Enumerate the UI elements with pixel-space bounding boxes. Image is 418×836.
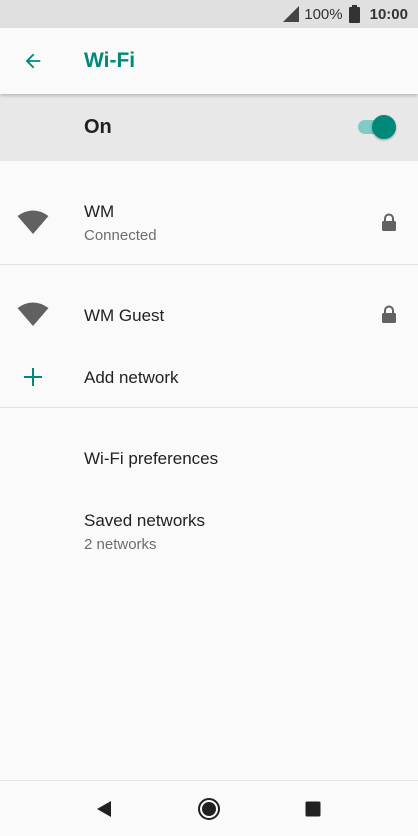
network-status: Connected	[84, 227, 157, 244]
plus-icon	[24, 368, 42, 386]
nav-back-button[interactable]	[90, 795, 118, 823]
wifi-signal-icon	[17, 302, 49, 326]
back-button[interactable]	[0, 28, 66, 94]
toggle-thumb	[372, 115, 396, 139]
network-ssid: WM Guest	[84, 306, 165, 325]
add-network-item[interactable]: Add network	[0, 348, 418, 406]
wifi-preferences-label: Wi-Fi preferences	[84, 449, 219, 468]
saved-networks-label: Saved networks	[84, 511, 205, 530]
battery-icon	[348, 5, 360, 23]
divider	[0, 264, 418, 265]
divider	[0, 407, 418, 408]
navigation-bar	[0, 780, 418, 836]
status-bar: 100% 10:00	[0, 0, 418, 28]
wifi-toggle[interactable]	[358, 115, 396, 139]
nav-recents-button[interactable]	[299, 795, 327, 823]
saved-networks-item[interactable]: Saved networks 2 networks	[0, 492, 418, 570]
battery-percent: 100%	[304, 5, 343, 23]
network-item-wm[interactable]: WM Connected	[0, 182, 418, 264]
recents-square-icon	[305, 801, 321, 817]
back-triangle-icon	[97, 801, 111, 817]
wifi-state-label: On	[84, 116, 112, 138]
lock-icon	[382, 305, 396, 323]
lock-icon	[382, 213, 396, 231]
home-circle-icon	[198, 798, 220, 820]
network-item-wm-guest[interactable]: WM Guest	[0, 286, 418, 344]
arrow-left-icon	[25, 53, 41, 69]
app-bar: Wi-Fi	[0, 28, 418, 94]
signal-icon	[283, 6, 300, 22]
wifi-preferences-item[interactable]: Wi-Fi preferences	[0, 430, 418, 488]
nav-home-button[interactable]	[195, 795, 223, 823]
network-ssid: WM	[84, 202, 115, 221]
wifi-master-switch-bar[interactable]: On	[0, 94, 418, 161]
clock: 10:00	[369, 5, 408, 23]
page-title: Wi-Fi	[84, 49, 136, 72]
saved-networks-summary: 2 networks	[84, 536, 157, 553]
add-network-label: Add network	[84, 368, 179, 387]
wifi-signal-icon	[17, 210, 49, 234]
